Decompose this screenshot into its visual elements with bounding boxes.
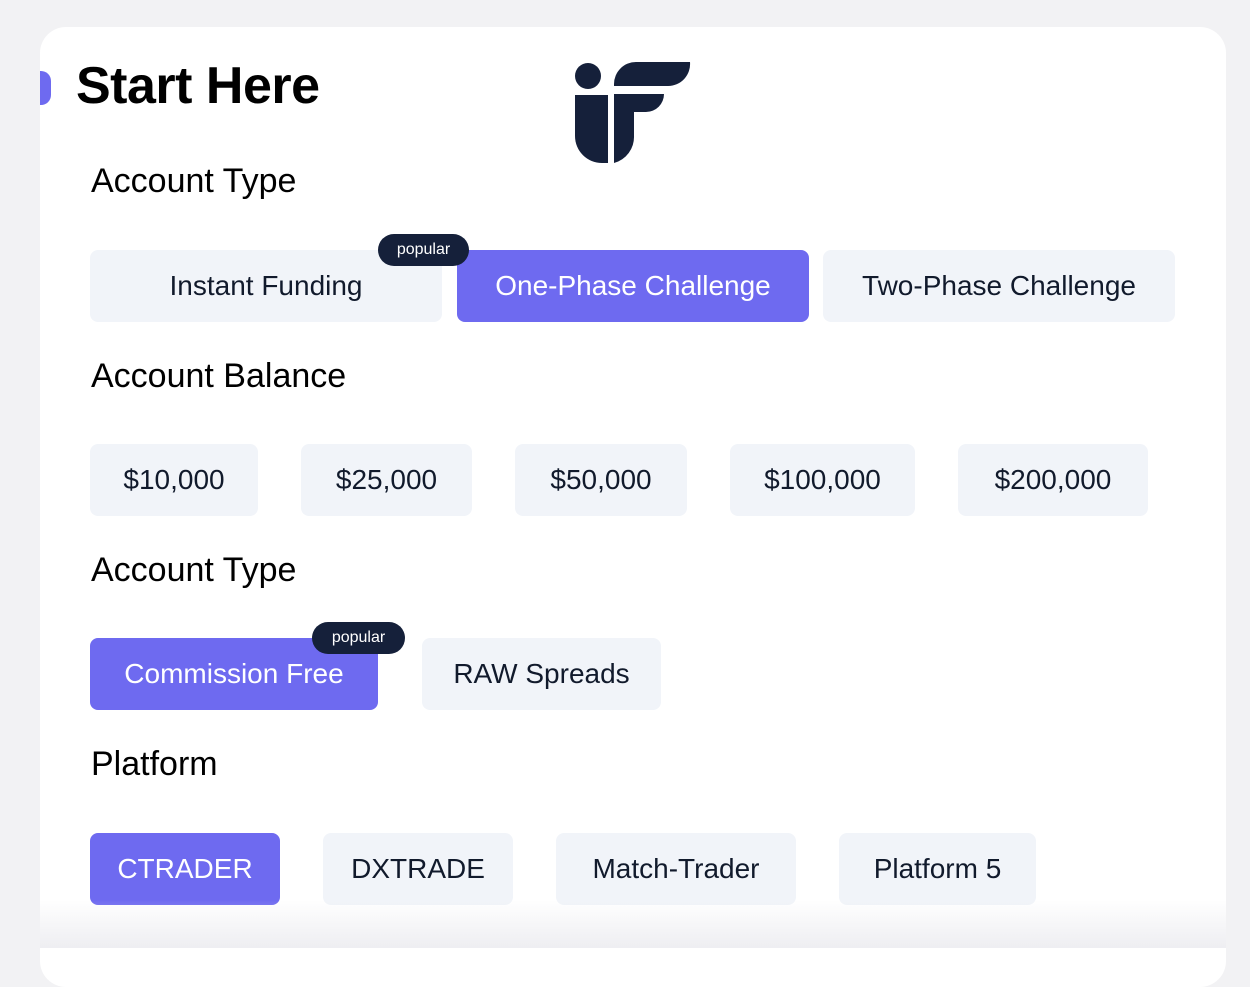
if-brand-logo-icon [575,62,691,163]
title-accent-marker [40,71,51,105]
balance-50000-option[interactable]: $50,000 [515,444,687,516]
balance-100000-option[interactable]: $100,000 [730,444,915,516]
balance-200000-option[interactable]: $200,000 [958,444,1148,516]
platform-heading: Platform [91,745,218,783]
balance-10000-option[interactable]: $10,000 [90,444,258,516]
account-balance-heading: Account Balance [91,357,347,395]
page-title: Start Here [76,57,320,115]
platform-5-option[interactable]: Platform 5 [839,833,1036,905]
popular-badge: popular [378,234,469,266]
dxtrade-option[interactable]: DXTRADE [323,833,513,905]
popular-badge: popular [312,622,405,654]
commission-type-heading: Account Type [91,551,297,589]
balance-25000-option[interactable]: $25,000 [301,444,472,516]
one-phase-challenge-option[interactable]: One-Phase Challenge [457,250,809,322]
ctrader-option[interactable]: CTRADER [90,833,280,905]
match-trader-option[interactable]: Match-Trader [556,833,796,905]
account-type-heading: Account Type [91,162,297,200]
raw-spreads-option[interactable]: RAW Spreads [422,638,661,710]
two-phase-challenge-option[interactable]: Two-Phase Challenge [823,250,1175,322]
